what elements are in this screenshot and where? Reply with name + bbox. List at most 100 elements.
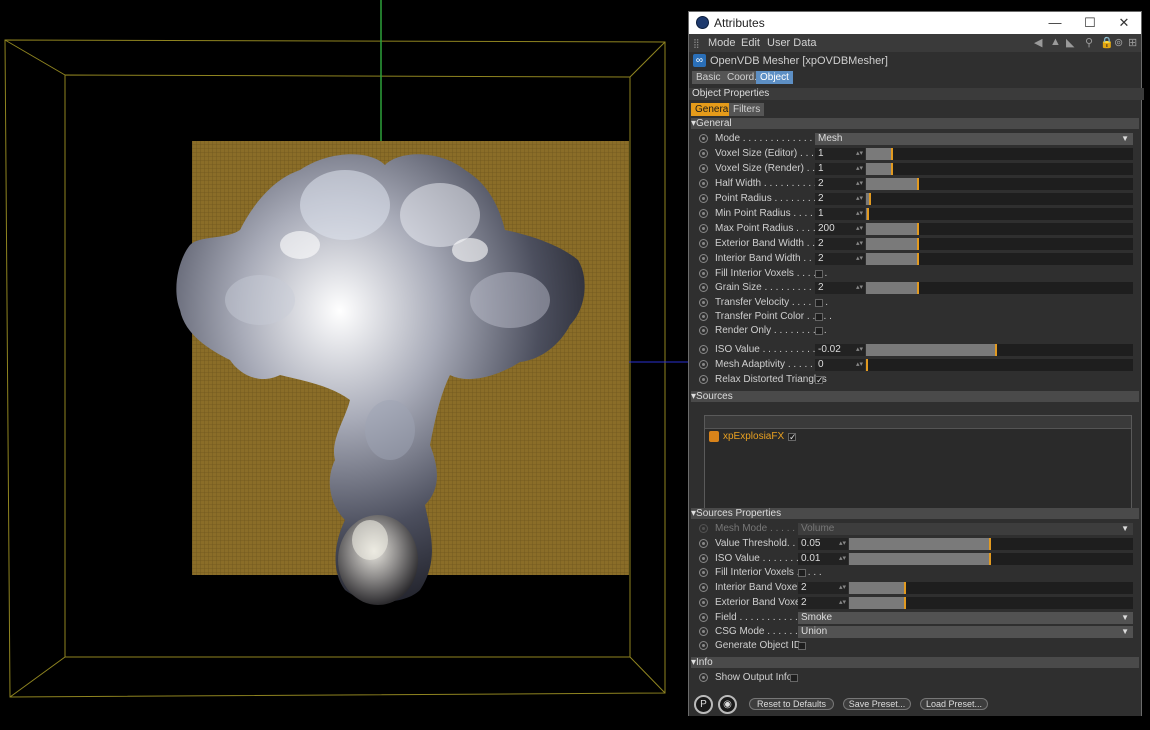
animate-radio-icon[interactable] bbox=[699, 360, 708, 369]
point-radius-input[interactable]: 2 ▴▾ bbox=[815, 193, 865, 205]
source-fill-interior-checkbox[interactable] bbox=[798, 569, 806, 577]
tab-basic[interactable]: Basic bbox=[692, 71, 725, 84]
render-only-checkbox[interactable] bbox=[815, 327, 823, 335]
grain-size-slider[interactable] bbox=[866, 282, 1133, 294]
exterior-band-voxels-input[interactable]: 2 ▴▾ bbox=[798, 597, 848, 609]
sources-list[interactable]: xpExplosiaFX ✓ bbox=[704, 415, 1132, 513]
animate-radio-icon[interactable] bbox=[699, 375, 708, 384]
animate-radio-icon[interactable] bbox=[699, 179, 708, 188]
mesh-adaptivity-slider[interactable] bbox=[866, 359, 1133, 371]
animate-radio-icon[interactable] bbox=[699, 283, 708, 292]
stepper-icon[interactable]: ▴▾ bbox=[856, 344, 863, 356]
voxel-render-slider[interactable] bbox=[866, 163, 1133, 175]
min-point-slider[interactable] bbox=[866, 208, 1133, 220]
fill-interior-checkbox[interactable] bbox=[815, 270, 823, 278]
stepper-icon[interactable]: ▴▾ bbox=[856, 193, 863, 205]
back-arrow-icon[interactable]: ◀ bbox=[1034, 36, 1042, 49]
stepper-icon[interactable]: ▴▾ bbox=[839, 553, 846, 565]
stepper-icon[interactable]: ▴▾ bbox=[856, 163, 863, 175]
animate-radio-icon[interactable] bbox=[699, 312, 708, 321]
group-info[interactable]: ▾Info bbox=[691, 657, 1139, 668]
animate-radio-icon[interactable] bbox=[699, 254, 708, 263]
iso-value-input[interactable]: -0.02 ▴▾ bbox=[815, 344, 865, 356]
load-preset-button[interactable]: Load Preset... bbox=[920, 698, 988, 710]
animate-radio-icon[interactable] bbox=[699, 269, 708, 278]
animate-radio-icon[interactable] bbox=[699, 239, 708, 248]
iso-value-slider[interactable] bbox=[866, 344, 1133, 356]
voxel-render-input[interactable]: 1 ▴▾ bbox=[815, 163, 865, 175]
mesh-adaptivity-input[interactable]: 0 ▴▾ bbox=[815, 359, 865, 371]
animate-radio-icon[interactable] bbox=[699, 298, 708, 307]
grip-icon[interactable]: ⣿ bbox=[693, 38, 703, 48]
source-iso-slider[interactable] bbox=[849, 553, 1133, 565]
window-titlebar[interactable]: Attributes — ☐ ✕ bbox=[689, 12, 1141, 34]
minimize-button[interactable]: — bbox=[1040, 13, 1070, 33]
reset-defaults-button[interactable]: Reset to Defaults bbox=[749, 698, 834, 710]
close-button[interactable]: ✕ bbox=[1109, 13, 1139, 33]
stepper-icon[interactable]: ▴▾ bbox=[856, 208, 863, 220]
stepper-icon[interactable]: ▴▾ bbox=[856, 148, 863, 160]
animate-radio-icon[interactable] bbox=[699, 134, 708, 143]
max-point-input[interactable]: 200 ▴▾ bbox=[815, 223, 865, 235]
animate-radio-icon[interactable] bbox=[699, 209, 708, 218]
animate-radio-icon[interactable] bbox=[699, 673, 708, 682]
transfer-velocity-checkbox[interactable] bbox=[815, 299, 823, 307]
menu-mode[interactable]: Mode bbox=[708, 37, 736, 49]
transfer-color-checkbox[interactable] bbox=[815, 313, 823, 321]
tab-object[interactable]: Object bbox=[756, 71, 793, 84]
group-sources-properties[interactable]: ▾Sources Properties bbox=[691, 508, 1139, 519]
stepper-icon[interactable]: ▴▾ bbox=[839, 597, 846, 609]
mode-dropdown[interactable]: Mesh ▼ bbox=[815, 133, 1133, 145]
group-general[interactable]: ▾General bbox=[691, 118, 1139, 129]
value-threshold-input[interactable]: 0.05 ▴▾ bbox=[798, 538, 848, 550]
search-icon[interactable]: ⚲ bbox=[1085, 36, 1093, 49]
point-radius-slider[interactable] bbox=[866, 193, 1133, 205]
stepper-icon[interactable]: ▴▾ bbox=[856, 253, 863, 265]
interior-band-voxels-slider[interactable] bbox=[849, 582, 1133, 594]
max-point-slider[interactable] bbox=[866, 223, 1133, 235]
csg-mode-dropdown[interactable]: Union ▼ bbox=[798, 626, 1133, 638]
lock-icon[interactable]: 🔒 bbox=[1100, 36, 1114, 49]
animate-radio-icon[interactable] bbox=[699, 345, 708, 354]
voxel-editor-slider[interactable] bbox=[866, 148, 1133, 160]
animate-radio-icon[interactable] bbox=[699, 568, 708, 577]
stepper-icon[interactable]: ▴▾ bbox=[839, 582, 846, 594]
source-iso-input[interactable]: 0.01 ▴▾ bbox=[798, 553, 848, 565]
stepper-icon[interactable]: ▴▾ bbox=[856, 282, 863, 294]
animate-radio-icon[interactable] bbox=[699, 554, 708, 563]
interior-band-input[interactable]: 2 ▴▾ bbox=[815, 253, 865, 265]
animate-radio-icon[interactable] bbox=[699, 641, 708, 650]
half-width-slider[interactable] bbox=[866, 178, 1133, 190]
animate-radio-icon[interactable] bbox=[699, 164, 708, 173]
interior-band-voxels-input[interactable]: 2 ▴▾ bbox=[798, 582, 848, 594]
show-output-info-checkbox[interactable] bbox=[790, 674, 798, 682]
exterior-band-input[interactable]: 2 ▴▾ bbox=[815, 238, 865, 250]
plugin-logo-icon[interactable]: P bbox=[694, 695, 713, 714]
save-preset-button[interactable]: Save Preset... bbox=[843, 698, 911, 710]
stepper-icon[interactable]: ▴▾ bbox=[856, 223, 863, 235]
animate-radio-icon[interactable] bbox=[699, 613, 708, 622]
animate-radio-icon[interactable] bbox=[699, 539, 708, 548]
value-threshold-slider[interactable] bbox=[849, 538, 1133, 550]
source-enabled-checkbox[interactable]: ✓ bbox=[788, 433, 797, 442]
maximize-button[interactable]: ☐ bbox=[1075, 13, 1105, 33]
animate-radio-icon[interactable] bbox=[699, 149, 708, 158]
settings-icon[interactable]: ⊚ bbox=[1114, 36, 1123, 49]
exterior-band-slider[interactable] bbox=[866, 238, 1133, 250]
animate-radio-icon[interactable] bbox=[699, 224, 708, 233]
exterior-band-voxels-slider[interactable] bbox=[849, 597, 1133, 609]
stepper-icon[interactable]: ▴▾ bbox=[856, 359, 863, 371]
animate-radio-icon[interactable] bbox=[699, 326, 708, 335]
animate-radio-icon[interactable] bbox=[699, 627, 708, 636]
field-dropdown[interactable]: Smoke ▼ bbox=[798, 612, 1133, 624]
stepper-icon[interactable]: ▴▾ bbox=[856, 238, 863, 250]
half-width-input[interactable]: 2 ▴▾ bbox=[815, 178, 865, 190]
grain-size-input[interactable]: 2 ▴▾ bbox=[815, 282, 865, 294]
render-camera-icon[interactable]: ◉ bbox=[718, 695, 737, 714]
min-point-input[interactable]: 1 ▴▾ bbox=[815, 208, 865, 220]
menu-user-data[interactable]: User Data bbox=[767, 37, 817, 49]
subtab-filters[interactable]: Filters bbox=[729, 103, 765, 116]
forward-arrow-icon[interactable]: ◣ bbox=[1066, 36, 1074, 49]
stepper-icon[interactable]: ▴▾ bbox=[856, 178, 863, 190]
interior-band-slider[interactable] bbox=[866, 253, 1133, 265]
